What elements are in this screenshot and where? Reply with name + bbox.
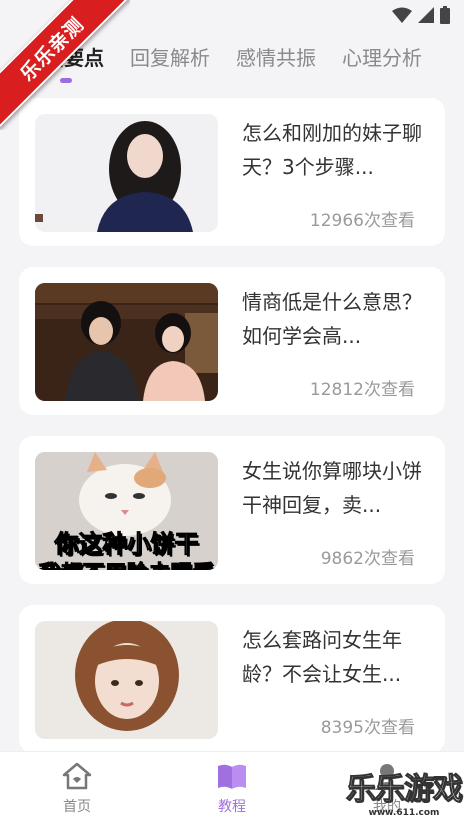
- tab-label: 回复解析: [130, 46, 210, 70]
- nav-home[interactable]: 首页: [32, 762, 122, 816]
- view-count: 9862次查看: [320, 549, 415, 569]
- tab-emotional-resonance[interactable]: 感情共振: [236, 42, 316, 86]
- article-title: 怎么套路问女生年龄？不会让女生...: [242, 628, 402, 686]
- article-thumbnail: [35, 114, 218, 232]
- tab-psychology[interactable]: 心理分析: [342, 42, 422, 86]
- article-thumbnail: [35, 283, 218, 401]
- thumbnail-caption-line2: 我都不用脸去眼看: [35, 556, 218, 571]
- nav-tutorial[interactable]: 教程: [187, 762, 277, 816]
- article-card[interactable]: 你这种小饼干 我都不用脸去眼看 女生说你算哪块小饼干神回复，卖... 9862次…: [19, 436, 445, 584]
- article-title: 女生说你算哪块小饼干神回复，卖...: [242, 459, 422, 517]
- ribbon-text: 乐乐亲测: [0, 0, 130, 130]
- view-count: 12812次查看: [309, 380, 415, 400]
- thumbnail-caption: 你这种小饼干: [54, 530, 199, 559]
- battery-icon: [440, 6, 450, 24]
- nav-home-label: 首页: [63, 799, 91, 815]
- bottom-nav: 首页 教程 我的 乐乐游戏 www.611.com: [0, 751, 464, 824]
- cell-signal-icon: [418, 7, 434, 23]
- promo-ribbon: 乐乐亲测: [0, 0, 130, 130]
- book-icon: [218, 764, 246, 789]
- article-card[interactable]: 情商低是什么意思？如何学会高... 12812次查看: [19, 267, 445, 415]
- article-thumbnail: 你这种小饼干 我都不用脸去眼看: [35, 452, 218, 570]
- article-title: 怎么和刚加的妹子聊天？3个步骤...: [242, 121, 422, 179]
- tab-label: 心理分析: [342, 46, 422, 70]
- wifi-icon: [392, 7, 412, 23]
- article-thumbnail: [35, 621, 218, 739]
- home-icon: [62, 762, 92, 790]
- watermark-text: 乐乐游戏: [346, 772, 464, 808]
- watermark-url: www.611.com: [368, 808, 440, 818]
- watermark-logo: 乐乐游戏 www.611.com: [346, 764, 464, 819]
- article-list: 怎么和刚加的妹子聊天？3个步骤... 12966次查看 情商低是什么意思？如何学…: [19, 98, 445, 774]
- article-card[interactable]: 怎么套路问女生年龄？不会让女生... 8395次查看: [19, 605, 445, 753]
- tab-reply-analysis[interactable]: 回复解析: [130, 42, 210, 86]
- view-count: 8395次查看: [320, 718, 415, 738]
- article-title: 情商低是什么意思？如何学会高...: [242, 290, 422, 348]
- tab-label: 感情共振: [236, 46, 316, 70]
- nav-tutorial-label: 教程: [218, 799, 246, 815]
- view-count: 12966次查看: [309, 211, 415, 231]
